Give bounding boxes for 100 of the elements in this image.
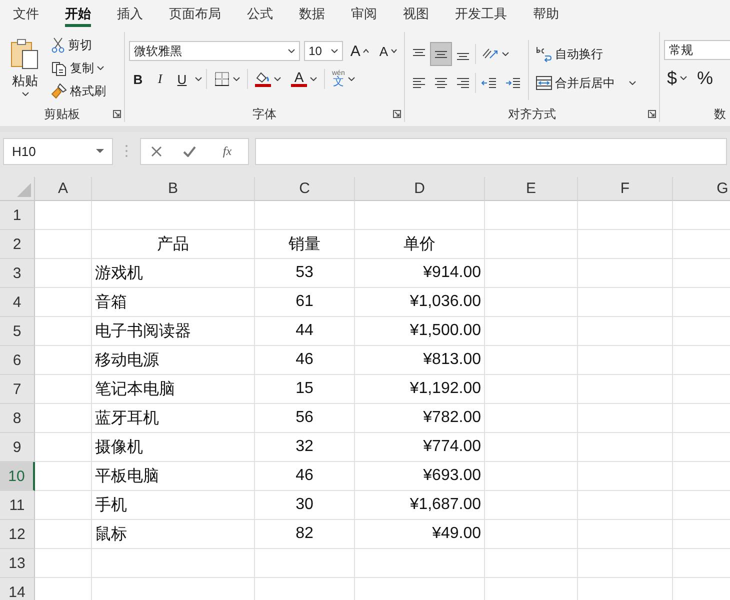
percent-button[interactable]: % [694, 67, 716, 89]
ribbon-tab[interactable]: 公式 [234, 0, 286, 28]
table-cell: ¥693.00 [355, 462, 485, 491]
table-cell: ¥914.00 [355, 259, 485, 288]
grip-icon [125, 144, 128, 158]
column-title: 单价 [355, 230, 485, 259]
column-title: 销量 [255, 230, 355, 259]
table-cell: ¥1,192.00 [355, 375, 485, 404]
caret-icon [22, 92, 28, 96]
ribbon-tab[interactable]: 开始 [52, 0, 104, 28]
group-label: 剪贴板 [44, 106, 80, 122]
currency-button[interactable]: $ [664, 67, 690, 89]
ribbon-tab[interactable]: 帮助 [520, 0, 572, 28]
decrease-font-size-button[interactable]: A [376, 40, 400, 62]
caret-icon [348, 77, 355, 81]
row-header[interactable]: 11 [0, 491, 35, 520]
row-header[interactable]: 10 [0, 462, 35, 491]
column-header[interactable]: B [92, 177, 255, 201]
row-header[interactable]: 3 [0, 259, 35, 288]
merge-cells-icon [536, 75, 552, 91]
row-header[interactable]: 2 [0, 230, 35, 259]
copy-button[interactable]: 复制 [48, 57, 109, 79]
column-header[interactable]: A [35, 177, 92, 201]
table-cell: 游戏机 [92, 259, 255, 288]
caret-icon [391, 49, 397, 53]
table-cell: 音箱 [92, 288, 255, 317]
ribbon-tab[interactable]: 开发工具 [442, 0, 520, 28]
formula-input[interactable] [255, 138, 727, 164]
table-cell: 53 [255, 259, 355, 288]
increase-font-size-button[interactable]: A [347, 40, 372, 62]
check-icon[interactable] [183, 146, 196, 156]
cancel-icon[interactable] [151, 146, 162, 156]
column-header[interactable]: D [355, 177, 485, 201]
caret-icon [97, 66, 104, 70]
ribbon-tab[interactable]: 审阅 [338, 0, 390, 28]
table-cell: 手机 [92, 491, 255, 520]
table-cell: 移动电源 [92, 346, 255, 375]
row-header[interactable]: 13 [0, 549, 35, 578]
ribbon-tab[interactable]: 文件 [0, 0, 52, 28]
dialog-launcher-icon[interactable] [393, 110, 401, 118]
paste-button[interactable]: 粘贴 [4, 34, 46, 106]
dialog-launcher-icon[interactable] [648, 110, 656, 118]
table-cell: 摄像机 [92, 433, 255, 462]
column-header[interactable]: F [578, 177, 673, 201]
table-cell: 电子书阅读器 [92, 317, 255, 346]
column-header[interactable]: C [255, 177, 355, 201]
caret-icon [233, 77, 240, 81]
table-cell: 15 [255, 375, 355, 404]
ribbon-tab[interactable]: 页面布局 [156, 0, 234, 28]
caret-icon [310, 77, 317, 81]
insert-function-button[interactable]: fx [216, 142, 238, 160]
column-header[interactable]: G [673, 177, 730, 201]
ribbon-tab[interactable]: 视图 [390, 0, 442, 28]
italic-button[interactable]: I [151, 68, 169, 90]
table-cell: 笔记本电脑 [92, 375, 255, 404]
row-header[interactable]: 5 [0, 317, 35, 346]
row-header[interactable]: 7 [0, 375, 35, 404]
clipboard-icon [10, 38, 40, 70]
merge-center-button[interactable]: 合并后居中 [533, 72, 639, 94]
align-right-icon [456, 78, 470, 88]
row-header[interactable]: 4 [0, 288, 35, 317]
row-header[interactable]: 14 [0, 578, 35, 600]
format-painter-button[interactable]: 格式刷 [48, 80, 109, 102]
table-cell: 61 [255, 288, 355, 317]
underline-button[interactable]: U [173, 68, 191, 90]
caret-icon [629, 81, 636, 85]
table-cell: 44 [255, 317, 355, 346]
table-cell: 56 [255, 404, 355, 433]
column-header[interactable]: E [485, 177, 578, 201]
number-format-dropdown[interactable]: 常规 [664, 40, 730, 60]
table-cell: 46 [255, 462, 355, 491]
row-header[interactable]: 1 [0, 201, 35, 230]
row-header[interactable]: 9 [0, 433, 35, 462]
dialog-launcher-icon[interactable] [113, 110, 121, 118]
font-color-button[interactable]: A [288, 68, 320, 90]
name-box[interactable]: H10 [3, 138, 113, 164]
row-header[interactable]: 6 [0, 346, 35, 375]
row-header[interactable]: 8 [0, 404, 35, 433]
ribbon-tab[interactable]: 插入 [104, 0, 156, 28]
ribbon-tab[interactable]: 数据 [286, 0, 338, 28]
middle-align-button[interactable] [431, 43, 451, 65]
font-name-dropdown[interactable]: 微软雅黑 [129, 41, 300, 61]
indent-icon [505, 75, 521, 91]
outdent-icon [481, 75, 497, 91]
cut-button[interactable]: 剪切 [48, 34, 109, 56]
table-cell: ¥1,687.00 [355, 491, 485, 520]
group-label: 对齐方式 [508, 106, 556, 122]
bold-button[interactable]: B [129, 68, 147, 90]
caret-icon [195, 77, 202, 81]
wrap-text-icon [536, 46, 552, 62]
table-cell: 蓝牙耳机 [92, 404, 255, 433]
row-header[interactable]: 12 [0, 520, 35, 549]
align-center-icon [434, 78, 448, 88]
font-size-dropdown[interactable]: 10 [304, 41, 344, 61]
caret-icon [274, 77, 281, 81]
paintbrush-icon [51, 83, 67, 99]
table-cell: 30 [255, 491, 355, 520]
caret-icon [331, 49, 338, 53]
border-grid-icon [214, 71, 230, 87]
wrap-text-button[interactable]: 自动换行 [533, 43, 606, 65]
